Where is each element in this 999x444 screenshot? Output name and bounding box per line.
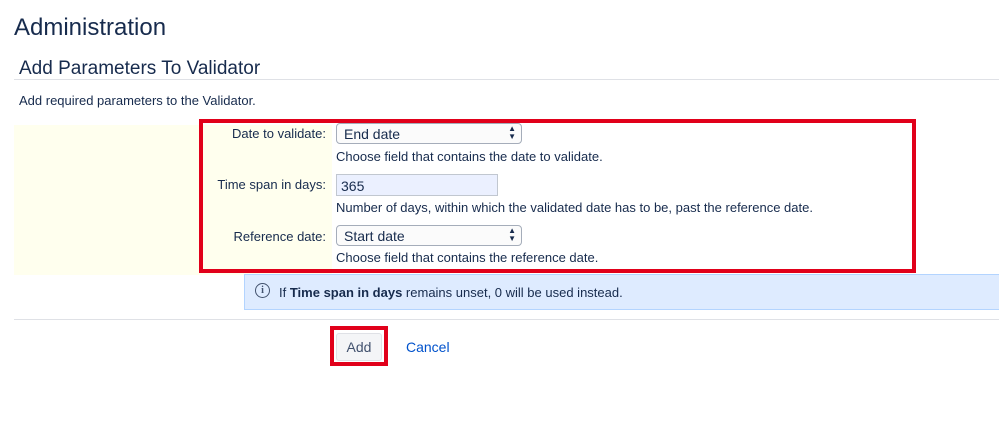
section-title: Add Parameters To Validator bbox=[19, 58, 261, 79]
info-message: i If Time span in days remains unset, 0 … bbox=[244, 274, 999, 310]
section-divider bbox=[14, 79, 999, 80]
info-prefix: If bbox=[279, 285, 290, 300]
section-description: Add required parameters to the Validator… bbox=[19, 93, 256, 108]
cancel-link[interactable]: Cancel bbox=[406, 339, 450, 355]
add-button[interactable]: Add bbox=[336, 333, 382, 361]
actions-divider bbox=[14, 319, 999, 320]
info-suffix: remains unset, 0 will be used instead. bbox=[402, 285, 623, 300]
fields-highlight-box bbox=[199, 119, 916, 273]
info-bold-field-name: Time span in days bbox=[289, 285, 403, 300]
page-title: Administration bbox=[14, 14, 167, 41]
info-icon: i bbox=[255, 283, 270, 298]
info-message-text: If Time span in days remains unset, 0 wi… bbox=[279, 285, 623, 300]
